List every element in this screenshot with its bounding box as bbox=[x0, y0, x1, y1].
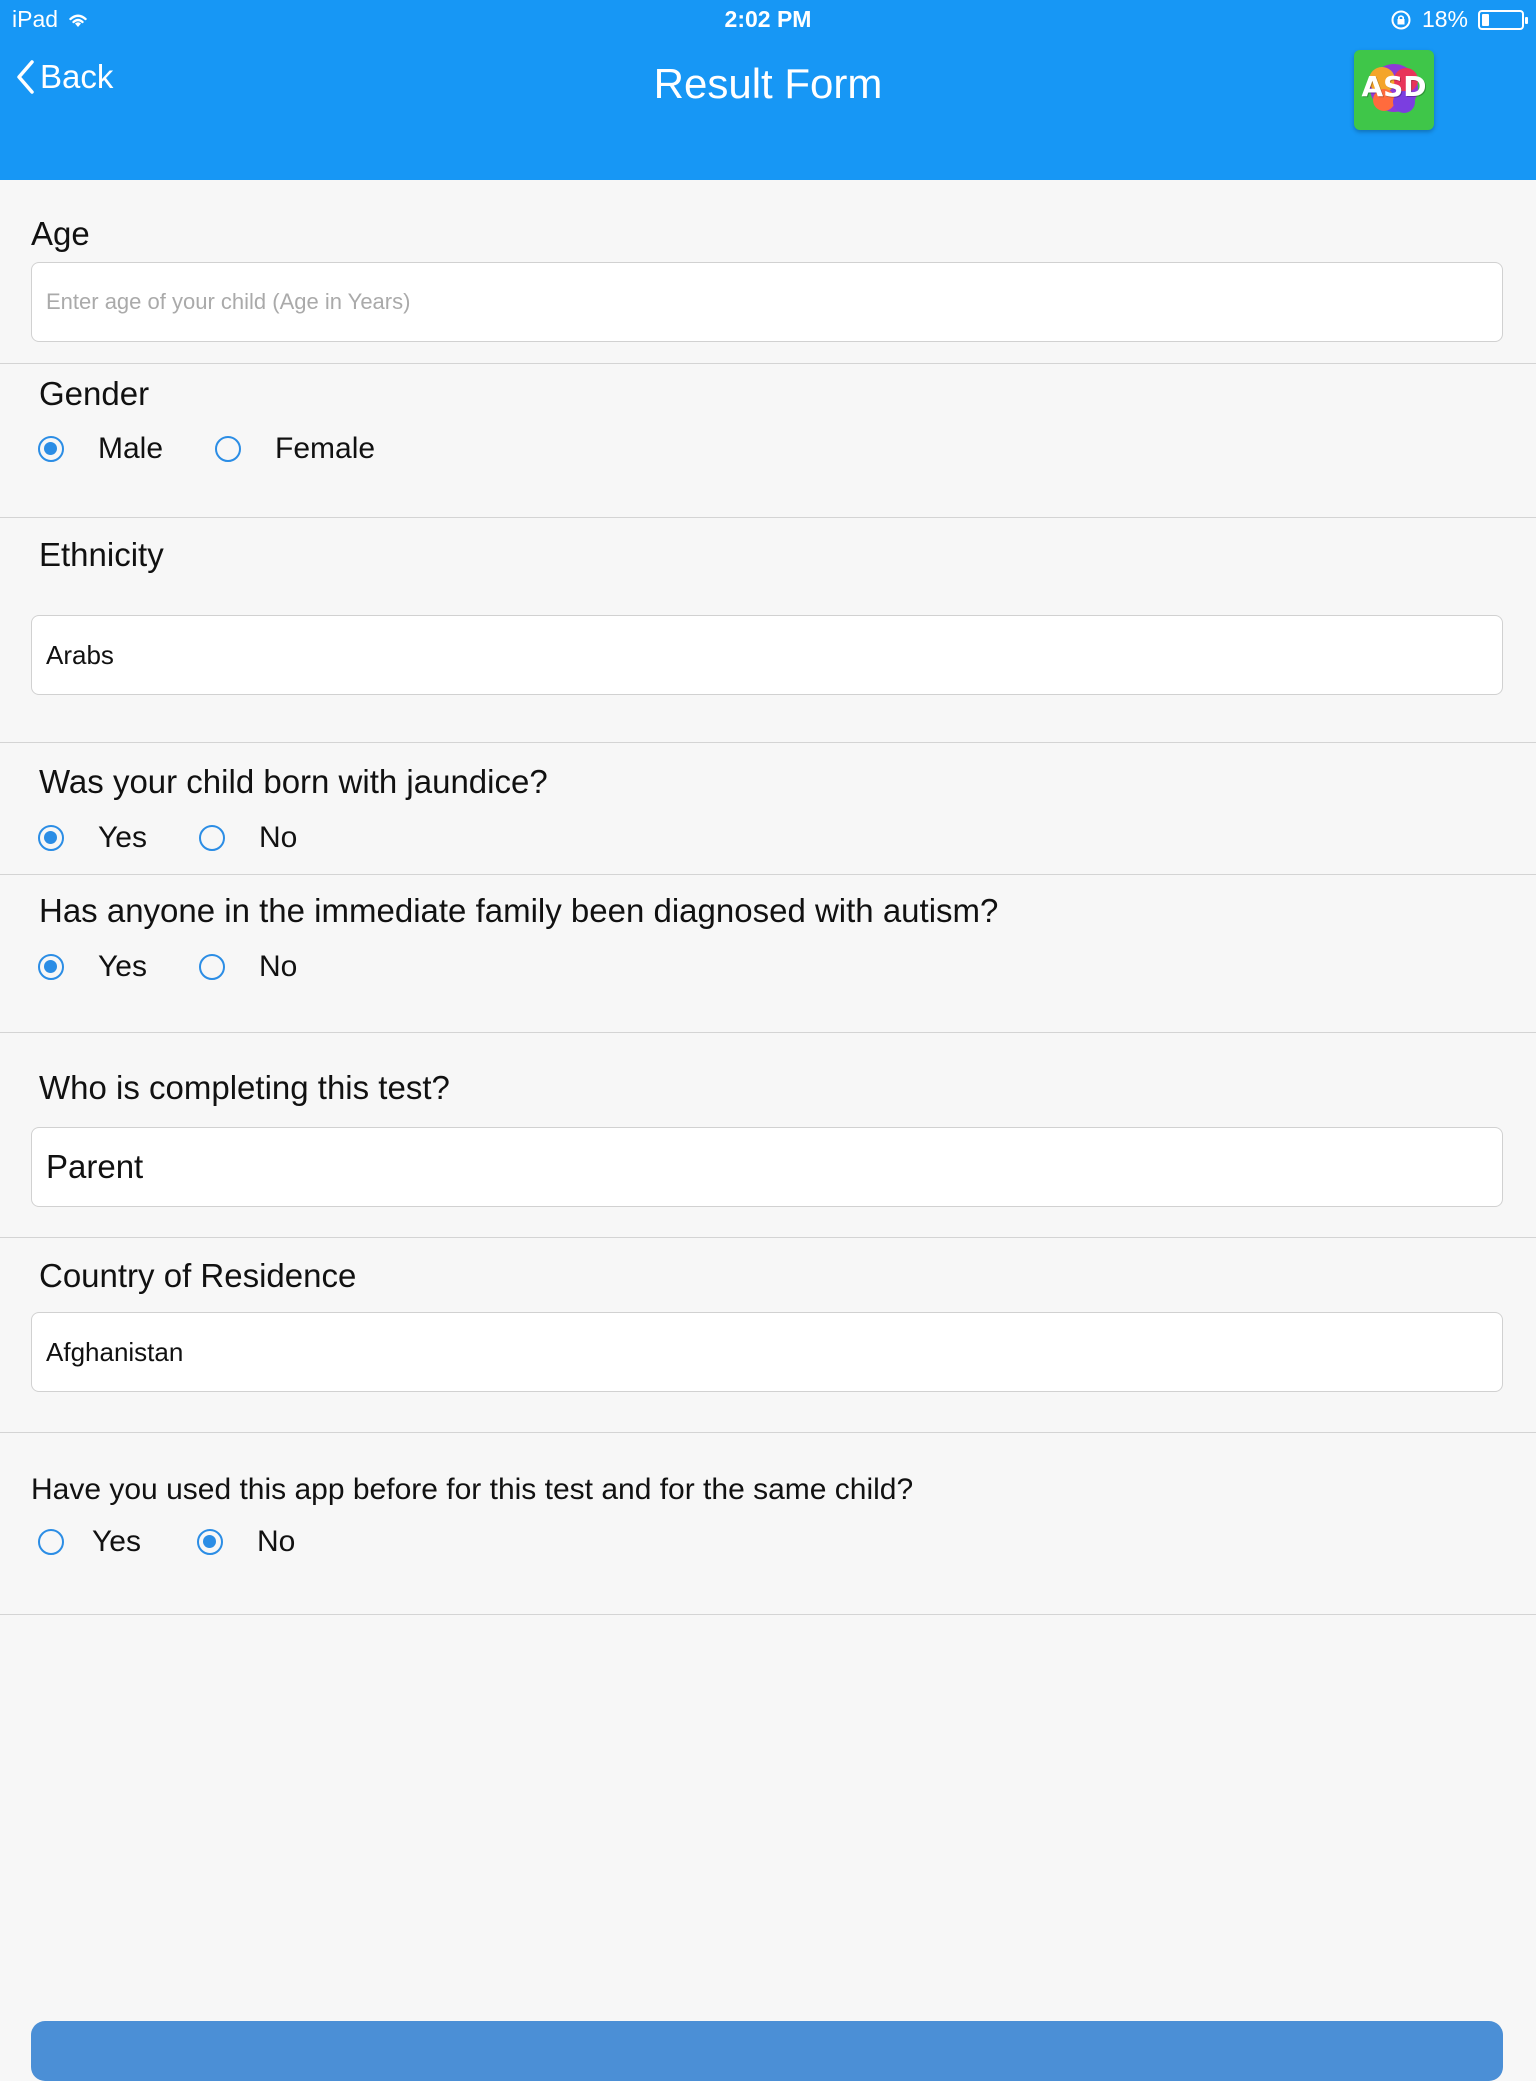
radio-label: No bbox=[258, 821, 298, 854]
radio-circle bbox=[38, 1529, 64, 1555]
page-title: Result Form bbox=[653, 60, 883, 107]
gender-section: Gender Male Female bbox=[0, 364, 1536, 518]
logo-text: ASD bbox=[1361, 70, 1427, 103]
age-input[interactable]: Enter age of your child (Age in Years) bbox=[31, 262, 1503, 342]
submit-button[interactable] bbox=[31, 2021, 1503, 2081]
radio-label: Male bbox=[98, 432, 164, 465]
status-time: 2:02 PM bbox=[724, 6, 812, 32]
completer-label: Who is completing this test? bbox=[39, 1069, 450, 1106]
country-label: Country of Residence bbox=[39, 1257, 357, 1294]
gender-male-radio[interactable]: Male bbox=[38, 432, 163, 466]
jaundice-options: Yes No bbox=[38, 821, 349, 855]
gender-label: Gender bbox=[39, 375, 150, 412]
used-before-no-radio[interactable]: No bbox=[196, 1525, 296, 1559]
age-label: Age bbox=[31, 215, 90, 252]
radio-circle bbox=[38, 954, 64, 980]
ethnicity-value: Arabs bbox=[46, 639, 114, 670]
country-select[interactable]: Afghanistan bbox=[31, 1312, 1503, 1392]
ethnicity-select[interactable]: Arabs bbox=[31, 615, 1503, 695]
status-right: 18% bbox=[1390, 6, 1528, 33]
battery-percent: 18% bbox=[1421, 6, 1468, 32]
completer-value: Parent bbox=[46, 1148, 144, 1185]
family-autism-section: Has anyone in the immediate family been … bbox=[0, 875, 1536, 1033]
navigation-bar: iPad 2:02 PM 18% Back Result Form ASD bbox=[0, 0, 1536, 180]
rotation-lock-icon bbox=[1391, 10, 1411, 29]
radio-label: No bbox=[256, 1525, 296, 1558]
used-before-options: Yes No bbox=[38, 1525, 347, 1559]
ethnicity-label: Ethnicity bbox=[39, 536, 164, 573]
ethnicity-section: Ethnicity Arabs bbox=[0, 518, 1536, 743]
jaundice-yes-radio[interactable]: Yes bbox=[38, 821, 147, 855]
app-logo: ASD bbox=[1354, 50, 1434, 130]
radio-circle bbox=[215, 436, 242, 462]
jaundice-section: Was your child born with jaundice? Yes N… bbox=[0, 743, 1536, 875]
radio-circle bbox=[38, 436, 64, 462]
family-autism-label: Has anyone in the immediate family been … bbox=[39, 892, 999, 929]
family-autism-yes-radio[interactable]: Yes bbox=[38, 950, 147, 984]
radio-label: Yes bbox=[98, 821, 147, 854]
battery-fill bbox=[1482, 13, 1489, 26]
age-section: Age Enter age of your child (Age in Year… bbox=[0, 180, 1536, 364]
family-autism-options: Yes No bbox=[38, 950, 349, 984]
family-autism-no-radio[interactable]: No bbox=[198, 950, 298, 984]
used-before-label: Have you used this app before for this t… bbox=[31, 1473, 914, 1506]
jaundice-no-radio[interactable]: No bbox=[198, 821, 298, 855]
battery-icon bbox=[1478, 9, 1528, 30]
jaundice-label: Was your child born with jaundice? bbox=[39, 763, 548, 800]
radio-label: Yes bbox=[92, 1525, 141, 1558]
radio-circle bbox=[198, 825, 225, 851]
radio-label: Yes bbox=[98, 950, 147, 983]
used-before-section: Have you used this app before for this t… bbox=[0, 1433, 1536, 1615]
radio-label: Female bbox=[275, 432, 376, 465]
gender-female-radio[interactable]: Female bbox=[215, 432, 375, 466]
radio-label: No bbox=[258, 950, 298, 983]
country-section: Country of Residence Afghanistan bbox=[0, 1238, 1536, 1433]
radio-circle bbox=[196, 1529, 223, 1555]
radio-circle bbox=[38, 825, 64, 851]
gender-options: Male Female bbox=[38, 432, 427, 466]
used-before-yes-radio[interactable]: Yes bbox=[38, 1525, 141, 1559]
completer-select[interactable]: Parent bbox=[31, 1127, 1503, 1207]
country-value: Afghanistan bbox=[46, 1336, 184, 1367]
completer-section: Who is completing this test? Parent bbox=[0, 1033, 1536, 1238]
radio-circle bbox=[198, 954, 225, 980]
age-placeholder: Enter age of your child (Age in Years) bbox=[46, 289, 411, 314]
